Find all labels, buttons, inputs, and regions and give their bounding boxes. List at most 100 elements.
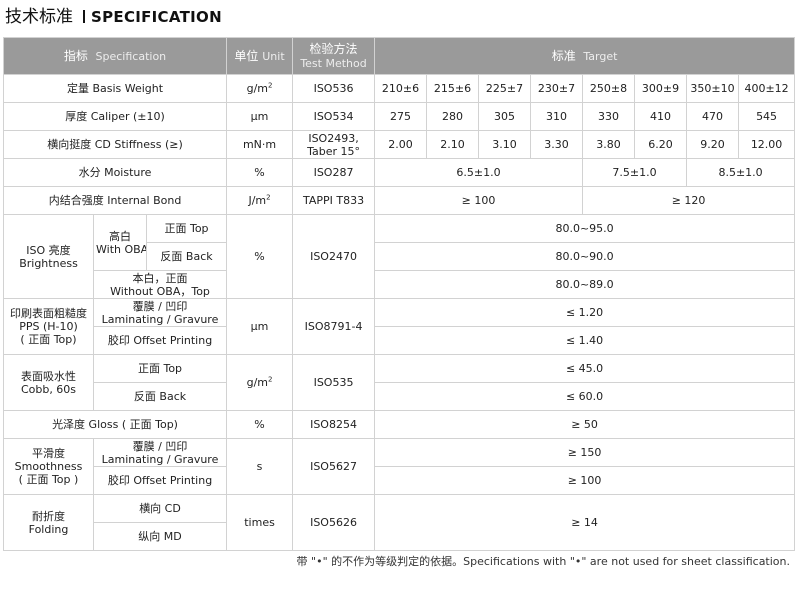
sublabel-cd: 横向 CD [92, 494, 228, 523]
sublabel-offset-printing: 胶印 Offset Printing [92, 466, 228, 495]
row-label-caliper: 厚度 Caliper (±10) [2, 102, 228, 131]
table-header-row: 指标 Specification 单位 Unit 检验方法 Test Method… [2, 37, 796, 75]
value-cell: ≥ 100 [374, 186, 584, 215]
value-cell: ≥ 150 [374, 438, 796, 467]
footnote: 带 "•" 的不作为等级判定的依据。Specifications with "•… [296, 555, 790, 568]
value-cell: 400±12 [738, 74, 796, 103]
row-label-gloss: 光泽度 Gloss ( 正面 Top) [2, 410, 228, 439]
sublabel-with-oba: 高白 With OBA [93, 214, 147, 271]
row-label-pps: 印刷表面粗糙度 PPS (H-10)( 正面 Top) [3, 298, 94, 355]
value-cell: 225±7 [478, 74, 532, 103]
header-target: 标准 Target [374, 37, 796, 75]
unit-cell: mN·m [226, 130, 294, 159]
value-cell: 300±9 [634, 74, 688, 103]
table-row: 横向挺度 CD Stiffness (≥) mN·m ISO2493, Taber… [2, 130, 796, 159]
sublabel-laminating: 覆膜 / 凹印 Laminating / Gravure [92, 438, 228, 467]
value-cell: 6.20 [634, 130, 688, 159]
header-test-method: 检验方法 Test Method [292, 37, 376, 75]
table-row: 水分 Moisture % ISO287 6.5±1.0 7.5±1.0 8.5… [2, 158, 796, 187]
value-cell: ≥ 100 [374, 466, 796, 495]
value-cell: 305 [478, 102, 532, 131]
method-cell: ISO2493, Taber 15° [292, 130, 376, 159]
value-cell: 2.00 [374, 130, 428, 159]
table-row: 本白，正面 Without OBA，Top 80.0~89.0 [4, 270, 796, 299]
value-cell: 410 [634, 102, 688, 131]
method-cell: TAPPI T833 [292, 186, 376, 215]
unit-cell: times [226, 494, 294, 551]
value-cell: 2.10 [426, 130, 480, 159]
sublabel-top: 正面 Top [92, 354, 228, 383]
row-label-basis-weight: 定量 Basis Weight [2, 74, 228, 103]
table-row: ISO 亮度 Brightness 高白 With OBA 正面 Top % ISO… [3, 214, 796, 299]
row-label-internal-bond: 内结合强度 Internal Bond [2, 186, 228, 215]
value-cell: 8.5±1.0 [686, 158, 796, 187]
unit-cell: g/m2 [226, 74, 294, 103]
value-cell: 215±6 [426, 74, 480, 103]
table-row: 表面吸水性 Cobb, 60s 正面 Top g/m2 ISO535 ≤ 45.0 [3, 354, 796, 411]
value-cell: 6.5±1.0 [374, 158, 584, 187]
value-cell: 80.0~89.0 [374, 270, 796, 299]
method-cell: ISO535 [292, 354, 376, 411]
method-cell: ISO5627 [292, 438, 376, 495]
value-cell: 9.20 [686, 130, 740, 159]
row-label-cobb: 表面吸水性 Cobb, 60s [3, 354, 94, 411]
unit-cell: s [226, 438, 294, 495]
table-row: 定量 Basis Weight g/m2 ISO536 210±6 215±6 … [2, 74, 796, 103]
value-cell: ≥ 50 [374, 410, 796, 439]
unit-cell: % [226, 410, 294, 439]
value-cell: ≥ 120 [582, 186, 796, 215]
table-row: 胶印 Offset Printing ≤ 1.40 [4, 326, 796, 355]
table-row: 内结合强度 Internal Bond J/m2 TAPPI T833 ≥ 10… [2, 186, 796, 215]
table-row: 光泽度 Gloss ( 正面 Top) % ISO8254 ≥ 50 [2, 410, 796, 439]
unit-cell: % [226, 158, 294, 187]
value-cell: ≥ 14 [374, 494, 796, 551]
value-cell: 470 [686, 102, 740, 131]
value-cell: 80.0~95.0 [374, 214, 796, 243]
table-row: 平滑度 Smoothness( 正面 Top ) 覆膜 / 凹印 Laminatin… [3, 438, 796, 495]
value-cell: 280 [426, 102, 480, 131]
row-label-brightness: ISO 亮度 Brightness [3, 214, 94, 299]
unit-cell: J/m2 [226, 186, 294, 215]
value-cell: ≤ 1.40 [374, 326, 796, 355]
row-label-moisture: 水分 Moisture [2, 158, 228, 187]
value-cell: 12.00 [738, 130, 796, 159]
title-en: SPECIFICATION [91, 8, 222, 26]
title-zh: 技术标准 [5, 7, 73, 27]
sublabel-offset-printing: 胶印 Offset Printing [92, 326, 228, 355]
method-cell: ISO8791-4 [292, 298, 376, 355]
value-cell: 230±7 [530, 74, 584, 103]
method-cell: ISO536 [292, 74, 376, 103]
value-cell: ≤ 60.0 [374, 382, 796, 411]
value-cell: 330 [582, 102, 636, 131]
sublabel-without-oba: 本白，正面 Without OBA，Top [92, 270, 228, 299]
value-cell: 350±10 [686, 74, 740, 103]
table-row: 厚度 Caliper (±10) μm ISO534 275 280 305 3… [2, 102, 796, 131]
value-cell: 545 [738, 102, 796, 131]
row-label-smoothness: 平滑度 Smoothness( 正面 Top ) [3, 438, 94, 495]
sublabel-back: 反面 Back [92, 382, 228, 411]
value-cell: ≤ 45.0 [374, 354, 796, 383]
value-cell: 80.0~90.0 [374, 242, 796, 271]
value-cell: 275 [374, 102, 428, 131]
unit-cell: μm [226, 298, 294, 355]
method-cell: ISO2470 [292, 214, 376, 299]
specification-table: 指标 Specification 单位 Unit 检验方法 Test Method… [2, 37, 796, 551]
value-cell: 3.10 [478, 130, 532, 159]
table-row: 耐折度 Folding 横向 CD times ISO5626 ≥ 14 [3, 494, 796, 551]
header-unit: 单位 Unit [226, 37, 294, 75]
value-cell: 3.30 [530, 130, 584, 159]
value-cell: 3.80 [582, 130, 636, 159]
value-cell: 7.5±1.0 [582, 158, 688, 187]
unit-cell: g/m2 [226, 354, 294, 411]
unit-cell: % [226, 214, 294, 299]
value-cell: 210±6 [374, 74, 428, 103]
title-divider [83, 10, 85, 23]
value-cell: 310 [530, 102, 584, 131]
method-cell: ISO287 [292, 158, 376, 187]
value-cell: ≤ 1.20 [374, 298, 796, 327]
method-cell: ISO8254 [292, 410, 376, 439]
unit-cell: μm [226, 102, 294, 131]
table-row: 胶印 Offset Printing ≥ 100 [4, 466, 796, 495]
table-row: 印刷表面粗糙度 PPS (H-10)( 正面 Top) 覆膜 / 凹印 Lamina… [3, 298, 796, 355]
method-cell: ISO5626 [292, 494, 376, 551]
